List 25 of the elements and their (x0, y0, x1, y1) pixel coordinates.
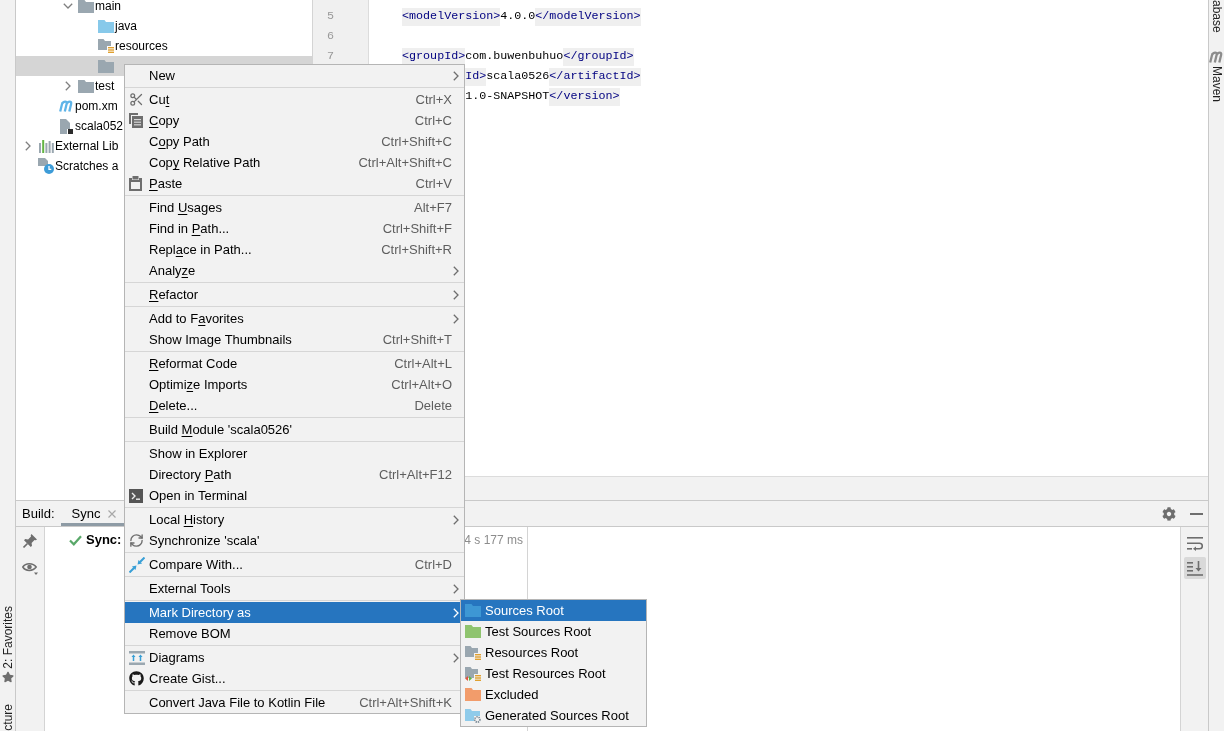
shortcut-text: Alt+F7 (414, 198, 453, 217)
shortcut-text: Ctrl+C (414, 111, 453, 130)
shortcut-text: Ctrl+Shift+C (381, 132, 453, 151)
code-line: <modelVersion>4.0.0</modelVersion> (402, 8, 641, 26)
shortcut-text: Ctrl+Shift+T (382, 330, 453, 349)
shortcut-text: Ctrl+Alt+F12 (379, 465, 453, 484)
shortcut-text: Ctrl+Shift+R (381, 240, 453, 259)
duration-text: 4 s 177 ms (464, 532, 523, 549)
shortcut-text: Ctrl+D (414, 555, 453, 574)
line-number: 6 (326, 28, 334, 46)
shortcut-text: Ctrl+X (415, 90, 453, 109)
line-number: 5 (326, 8, 334, 26)
code-line: Id>scala0526</artifactId> (465, 68, 641, 86)
shortcut-text: Ctrl+Alt+Shift+C (358, 153, 453, 172)
shortcut-text: Ctrl+V (415, 174, 453, 193)
line-number: 7 (326, 48, 334, 66)
shortcut-text: Delete (414, 396, 453, 415)
code-line: 1.0-SNAPSHOT</version> (465, 88, 620, 106)
shortcut-text: Ctrl+Alt+Shift+K (359, 693, 453, 712)
shortcut-text: Ctrl+Shift+F (382, 219, 453, 238)
shortcut-text: Ctrl+Alt+O (391, 375, 453, 394)
shortcut-text: Ctrl+Alt+L (394, 354, 453, 373)
panel-title: Build: (21, 504, 55, 523)
code-line: <groupId>com.buwenbuhuo</groupId> (402, 48, 634, 66)
task-label: Sync: (86, 531, 122, 550)
